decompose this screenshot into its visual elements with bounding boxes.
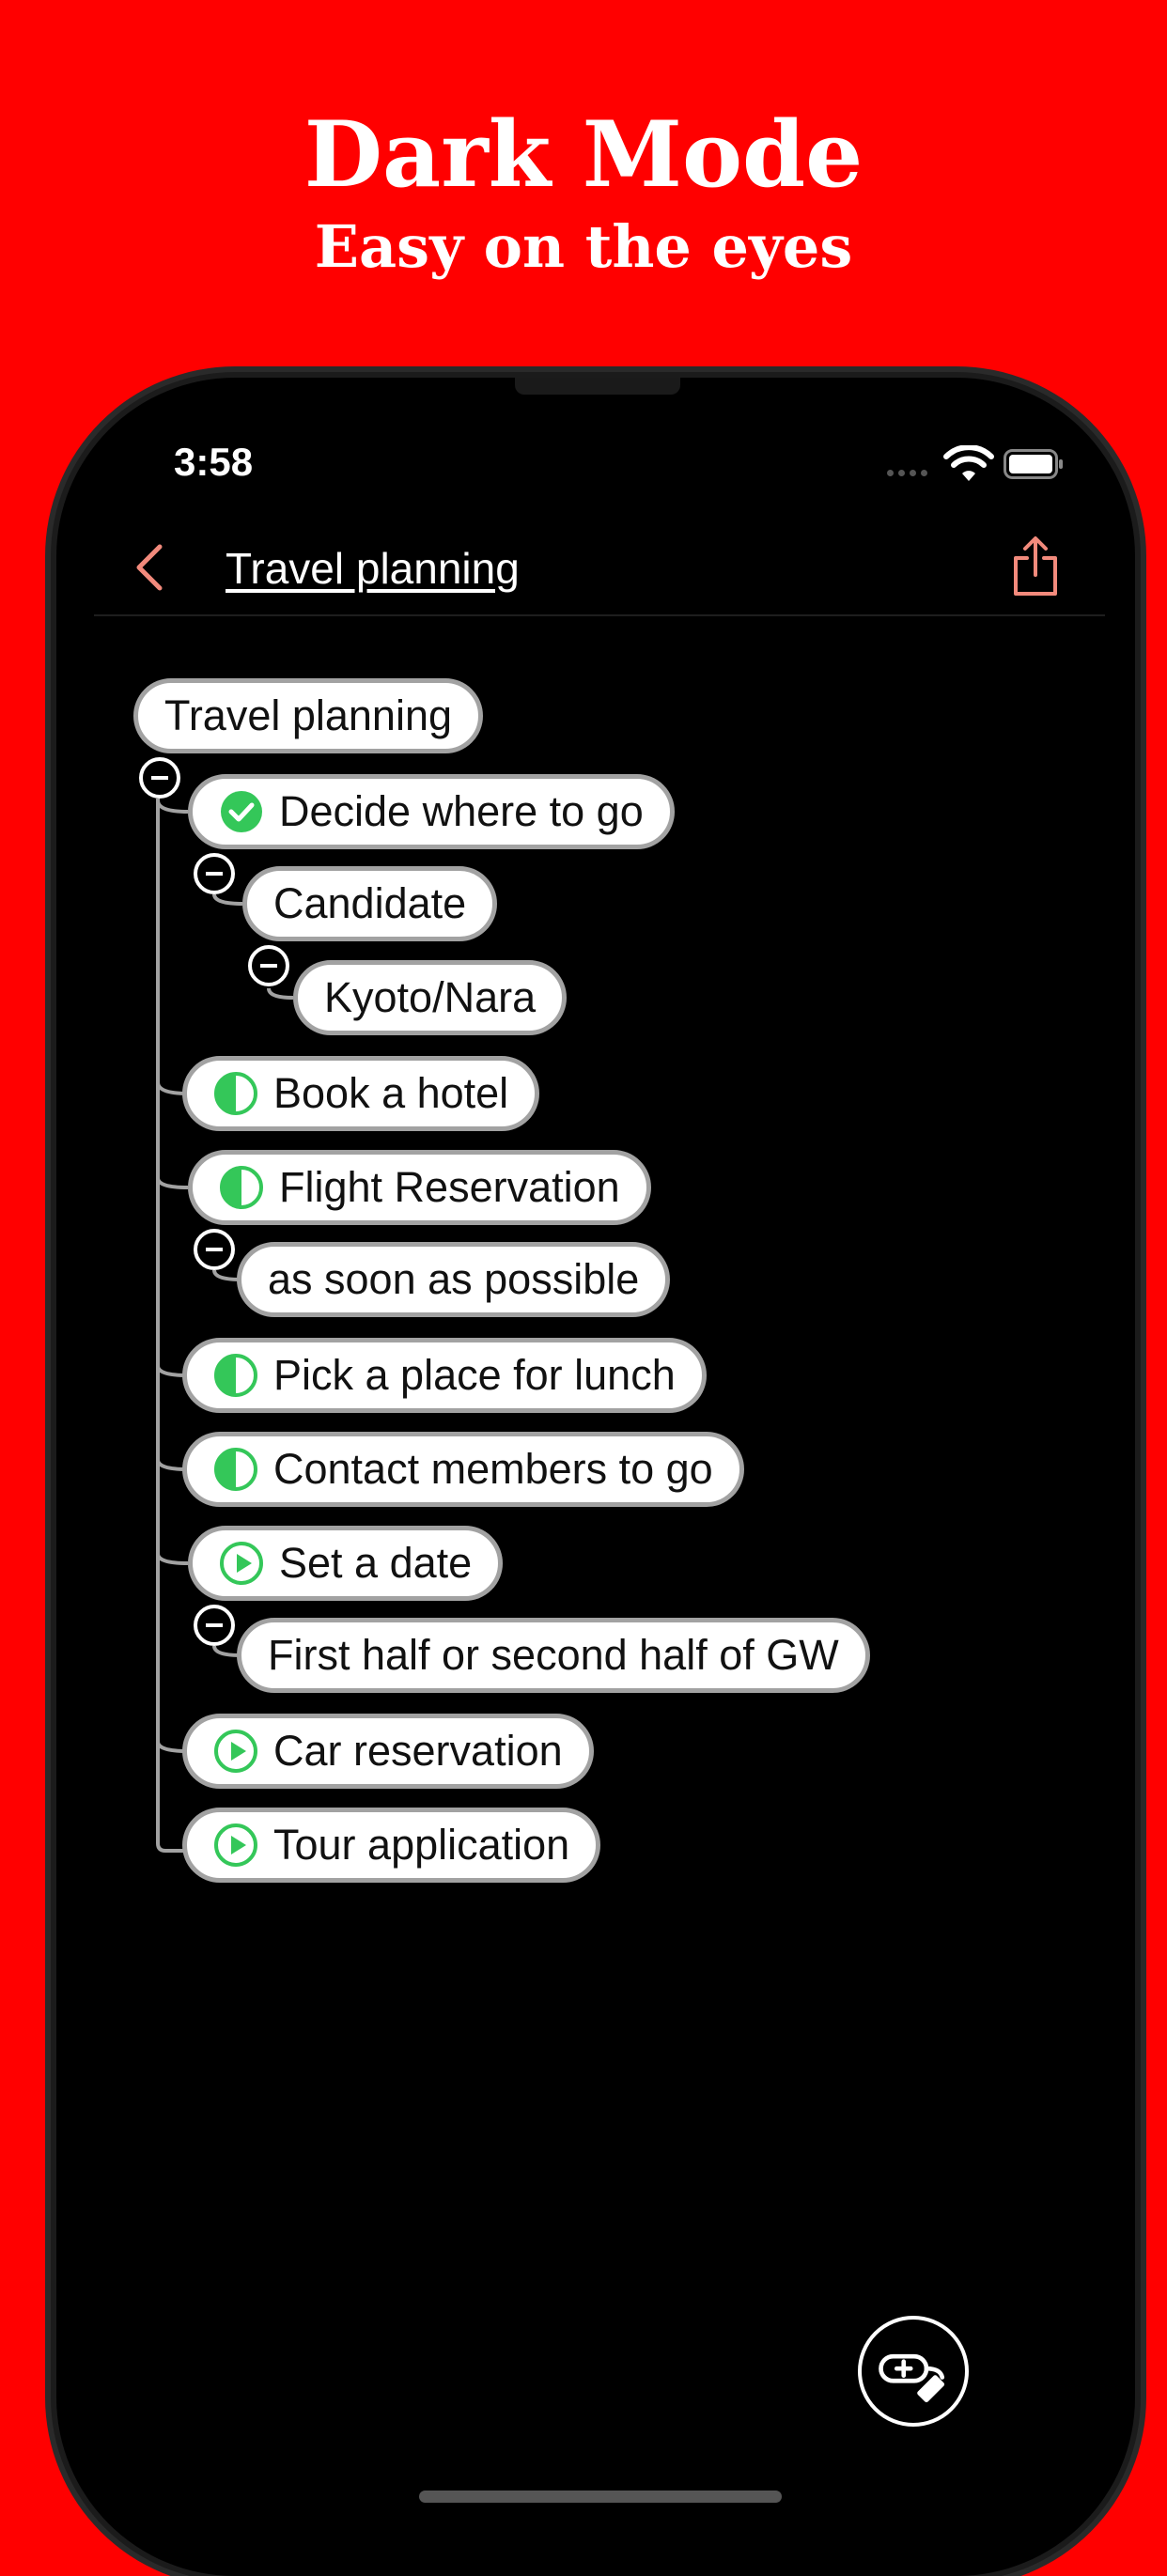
promo-headline: Dark Mode (303, 101, 864, 208)
tree-node[interactable]: Contact members to go (182, 1432, 744, 1507)
chevron-left-icon (136, 544, 163, 591)
half-circle-icon (214, 1448, 257, 1491)
tree-node[interactable]: Set a date (188, 1526, 504, 1601)
add-node-button[interactable] (858, 2316, 969, 2427)
node-label: Pick a place for lunch (273, 1351, 676, 1399)
tree-node[interactable]: Flight Reservation (188, 1150, 651, 1225)
node-label: Candidate (273, 879, 467, 927)
nav-divider (94, 614, 1105, 616)
tree-node[interactable]: Candidate (242, 866, 498, 941)
share-button[interactable] (1010, 535, 1061, 597)
play-circle-icon (214, 1823, 257, 1867)
collapse-toggle[interactable] (194, 1605, 235, 1646)
promo-subheadline: Easy on the eyes (314, 212, 853, 281)
home-indicator[interactable] (419, 2491, 782, 2503)
speaker-grille (515, 378, 680, 395)
node-label: Car reservation (273, 1727, 563, 1775)
tree-node[interactable]: Kyoto/Nara (293, 960, 568, 1035)
half-circle-icon (214, 1072, 257, 1115)
wifi-icon (943, 445, 994, 481)
node-label: Kyoto/Nara (324, 973, 537, 1021)
half-circle-icon (214, 1354, 257, 1397)
node-label: Book a hotel (273, 1069, 509, 1117)
node-label: Tour application (273, 1821, 570, 1869)
tree-node[interactable]: Book a hotel (182, 1056, 540, 1131)
tree-node[interactable]: Pick a place for lunch (182, 1338, 707, 1413)
cellular-signal-icon (887, 470, 932, 477)
check-circle-icon (221, 791, 262, 832)
node-label: as soon as possible (268, 1255, 640, 1303)
back-button[interactable] (132, 539, 169, 596)
collapse-toggle[interactable] (194, 1229, 235, 1270)
share-icon (1014, 536, 1057, 596)
add-node-icon (879, 2353, 945, 2403)
collapse-toggle[interactable] (139, 757, 180, 799)
node-label: First half or second half of GW (268, 1631, 839, 1679)
tree-node[interactable]: First half or second half of GW (237, 1618, 870, 1693)
collapse-toggle[interactable] (194, 853, 235, 894)
tree-node[interactable]: Decide where to go (188, 774, 675, 849)
play-circle-icon (214, 1730, 257, 1773)
half-circle-icon (220, 1166, 263, 1209)
status-time: 3:58 (174, 440, 254, 484)
tree-node[interactable]: Car reservation (182, 1714, 594, 1789)
collapse-toggle[interactable] (248, 945, 289, 986)
play-circle-icon (220, 1542, 263, 1585)
node-label: Set a date (279, 1539, 473, 1587)
tree-node[interactable]: Tour application (182, 1808, 601, 1883)
root-node[interactable]: Travel planning (133, 678, 484, 753)
node-label: Decide where to go (279, 787, 644, 835)
node-label: Contact members to go (273, 1445, 713, 1493)
battery-icon (1004, 449, 1063, 479)
tree-node[interactable]: as soon as possible (237, 1242, 671, 1317)
page-title[interactable]: Travel planning (226, 543, 520, 594)
node-label: Travel planning (164, 691, 453, 739)
node-label: Flight Reservation (279, 1163, 620, 1211)
